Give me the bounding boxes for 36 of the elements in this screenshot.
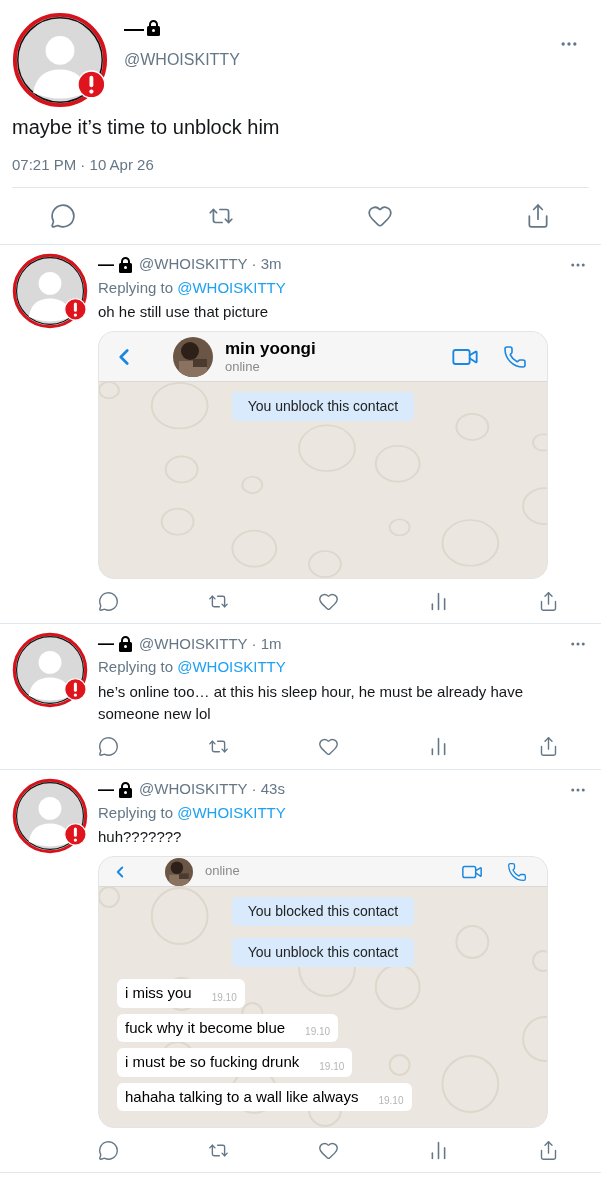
display-name: —	[98, 634, 114, 654]
message-text: fuck why it become blue	[125, 1017, 286, 1038]
message-time: 19.10	[211, 990, 237, 1005]
reply-text: huh???????	[98, 827, 183, 847]
reply-time: · 3m	[251, 254, 282, 275]
message-time: 19.10	[378, 1094, 404, 1108]
user-handle: @WHOISKITTY	[139, 633, 248, 654]
reply-text: oh he still use that picture	[98, 302, 270, 322]
system-message: You unblock this contact	[231, 392, 415, 421]
message-text: i must be so fucking drunk	[125, 1052, 300, 1072]
user-handle: @WHOISKITTY	[139, 254, 248, 275]
message-time: 19.10	[305, 1025, 331, 1039]
contact-status: online	[225, 359, 261, 376]
reply-text: he’s online too… at this his sleep hour, he must be already have someone new lol	[98, 681, 524, 724]
replying-to-text: Replying to @WHOISKITTY	[98, 277, 287, 298]
replying-to-text: Replying to @WHOISKITTY	[98, 657, 287, 677]
contact-status: online	[205, 863, 240, 880]
display-name: —	[98, 254, 114, 275]
display-name: —	[98, 779, 114, 800]
display-name: —	[124, 18, 144, 38]
timestamp: 07:21 PM · 10 Apr 26	[12, 155, 155, 175]
user-handle: @WHOISKITTY	[139, 779, 248, 800]
reply-time: · 43s	[251, 779, 285, 800]
system-message: You unblock this contact	[231, 938, 415, 967]
contact-name: min yoongi	[225, 337, 316, 359]
mention-link[interactable]: @WHOISKITTY	[177, 278, 286, 296]
message-text: hahaha talking to a wall like always	[125, 1086, 359, 1107]
tweet-text: maybe it’s time to unblock him	[12, 115, 281, 140]
message-text: i miss you	[125, 983, 192, 1003]
system-message: You blocked this contact	[231, 897, 415, 926]
mention-link[interactable]: @WHOISKITTY	[177, 658, 286, 675]
user-handle: @WHOISKITTY	[124, 50, 240, 70]
replying-to-text: Replying to @WHOISKITTY	[98, 802, 287, 823]
reply-time: · 1m	[251, 633, 282, 654]
message-time: 19.10	[319, 1059, 345, 1074]
mention-link[interactable]: @WHOISKITTY	[177, 803, 286, 821]
